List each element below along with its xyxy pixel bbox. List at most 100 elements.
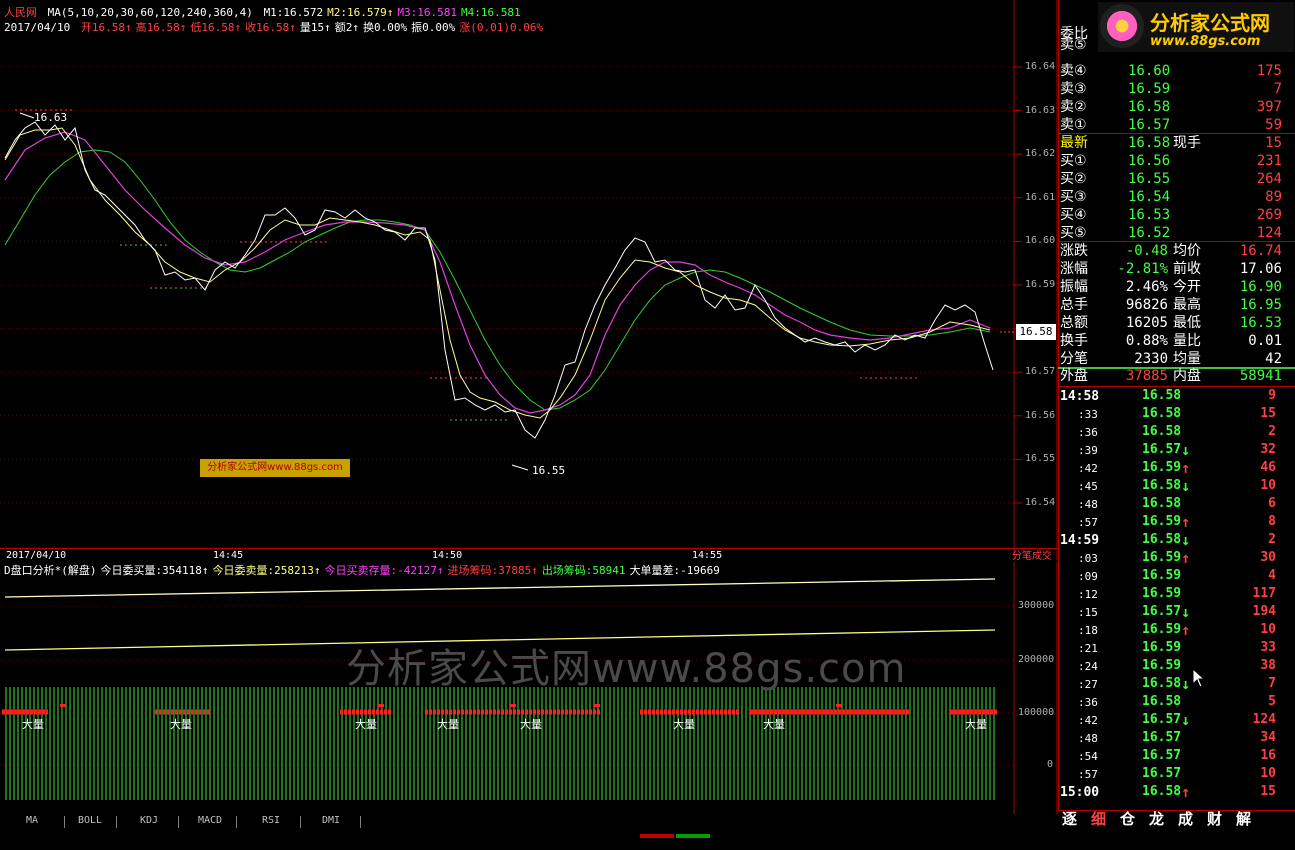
tick-price: 16.59 (1142, 514, 1182, 529)
outer-inner-label: 内盘 (1173, 368, 1201, 384)
order-book-label: 卖⑤ (1060, 37, 1087, 53)
tick-volume: 117 (1252, 586, 1276, 601)
stats-divider (1058, 386, 1295, 387)
mouse-cursor-icon (1192, 668, 1206, 688)
outer-inner-label: 外盘 (1060, 368, 1088, 384)
indicator-axis-label: 300000 (1018, 600, 1055, 611)
order-book-price: 16.54 (1128, 189, 1171, 205)
indicator-axis-label: 100000 (1018, 707, 1055, 718)
side-tab[interactable]: 龙 (1149, 811, 1164, 828)
order-book-label: 卖③ (1060, 81, 1087, 97)
price-chart[interactable] (0, 0, 1058, 560)
logo: 分析家公式网 www.88gs.com (1098, 2, 1294, 52)
indicator-item: 出场筹码:58941 (541, 564, 626, 577)
price-axis-label: 16.62 (1025, 148, 1056, 160)
arrow-up-icon: ↑ (1181, 621, 1191, 639)
big-volume-label: 大量 (520, 717, 542, 731)
order-book-label: 卖② (1060, 99, 1087, 115)
tick-time: 14:58 (1060, 389, 1100, 404)
time-tick: 14:50 (432, 550, 463, 561)
order-book-price: 16.60 (1128, 63, 1171, 79)
big-volume-label: 大量 (437, 717, 459, 731)
arrow-up-icon: ↑ (1181, 513, 1191, 531)
tab-boll[interactable]: BOLL (78, 815, 102, 826)
side-tab[interactable]: 逐 (1062, 811, 1077, 828)
watermark-big: 分析家公式网www.88gs.com (346, 646, 907, 692)
arrow-up-icon: ↑ (1181, 783, 1191, 801)
current-price-tag: 16.58 (1016, 324, 1056, 340)
tick-time: 15:00 (1060, 785, 1100, 800)
price-axis-label: 16.61 (1025, 191, 1056, 203)
watermark-small: 分析家公式网www.88gs.com (200, 459, 350, 477)
tick-price: 16.58 (1142, 784, 1182, 799)
tick-time: :39 (1078, 444, 1098, 457)
tick-volume: 6 (1268, 496, 1276, 511)
side-tab[interactable]: 细 (1091, 811, 1106, 828)
indicator-axis-label: 0 (1047, 759, 1054, 770)
order-book-price: 16.52 (1128, 225, 1171, 241)
tab-kdj[interactable]: KDJ (140, 815, 158, 826)
tick-price: 16.59 (1142, 568, 1182, 583)
stat-value: 16.74 (1239, 243, 1282, 259)
ma-value: M3:16.581 (397, 6, 458, 19)
tick-volume: 4 (1268, 568, 1276, 583)
stat-label: 振幅 (1060, 279, 1088, 295)
tick-price: 16.58 (1142, 478, 1182, 493)
tick-volume: 2 (1268, 424, 1276, 439)
order-book-extra: 现手 (1173, 135, 1201, 151)
ma-value: M1:16.572 (263, 6, 324, 19)
side-tab[interactable]: 解 (1236, 811, 1251, 828)
quote-item: 振0.00% (411, 21, 456, 34)
stat-value: 16.90 (1239, 279, 1282, 295)
stat-value: 16205 (1125, 315, 1168, 331)
tick-time: :48 (1078, 732, 1098, 745)
tab-dmi[interactable]: DMI (322, 815, 340, 826)
order-book-volume: 59 (1265, 117, 1282, 133)
tick-volume: 38 (1260, 658, 1276, 673)
stat-value: 0.01 (1248, 333, 1282, 349)
tick-volume: 10 (1260, 478, 1276, 493)
indicator-axis-label: 200000 (1018, 654, 1055, 665)
tab-separator (178, 816, 179, 828)
tab-rsi[interactable]: RSI (262, 815, 280, 826)
order-book-price: 16.53 (1128, 207, 1171, 223)
order-book-volume: 231 (1256, 153, 1282, 169)
tick-volume: 124 (1252, 712, 1276, 727)
arrow-down-icon: ↓ (1181, 441, 1191, 459)
tick-price: 16.59 (1142, 622, 1182, 637)
ma-params: MA(5,10,20,30,60,120,240,360,4) (47, 6, 253, 19)
stat-label: 总手 (1060, 297, 1088, 313)
side-tab[interactable]: 仓 (1120, 811, 1135, 828)
tick-price: 16.57 (1142, 604, 1182, 619)
quote-item: 量15↑ (299, 21, 331, 34)
arrow-up-icon: ↑ (1181, 459, 1191, 477)
side-tab[interactable]: 财 (1207, 811, 1222, 828)
time-tick: 14:45 (213, 550, 244, 561)
tick-time: :12 (1078, 588, 1098, 601)
tick-time: :24 (1078, 660, 1098, 673)
indicator-tab-bar: MA BOLL KDJ MACD RSI DMI (0, 814, 1058, 830)
tab-ma[interactable]: MA (26, 815, 38, 826)
big-volume-label: 大量 (673, 717, 695, 731)
tick-price: 16.57 (1142, 748, 1182, 763)
tick-price: 16.59 (1142, 586, 1182, 601)
side-tab[interactable]: 成 (1178, 811, 1193, 828)
price-axis-label: 16.64 (1025, 61, 1056, 72)
order-book-price: 16.59 (1128, 81, 1171, 97)
tick-price: 16.58 (1142, 676, 1182, 691)
tick-time: :45 (1078, 480, 1098, 493)
stat-label: 涨幅 (1060, 261, 1088, 277)
tab-macd[interactable]: MACD (198, 815, 222, 826)
time-tick: 14:55 (692, 550, 723, 561)
order-book-label: 买① (1060, 153, 1087, 169)
tick-volume: 15 (1260, 406, 1276, 421)
tick-price: 16.57 (1142, 712, 1182, 727)
high-annotation: 16.63 (34, 111, 68, 124)
arrow-down-icon: ↓ (1181, 603, 1191, 621)
indicator-legend: D盘口分析*(解盘) 今日委买量:354118↑ 今日委卖量:258213↑ 今日买卖… (4, 564, 724, 578)
order-book-volume: 269 (1256, 207, 1282, 223)
stat-value: 2.46% (1125, 279, 1168, 295)
tick-volume: 46 (1260, 460, 1276, 475)
order-book-label: 最新 (1060, 135, 1088, 151)
tick-price: 16.58 (1142, 532, 1182, 547)
